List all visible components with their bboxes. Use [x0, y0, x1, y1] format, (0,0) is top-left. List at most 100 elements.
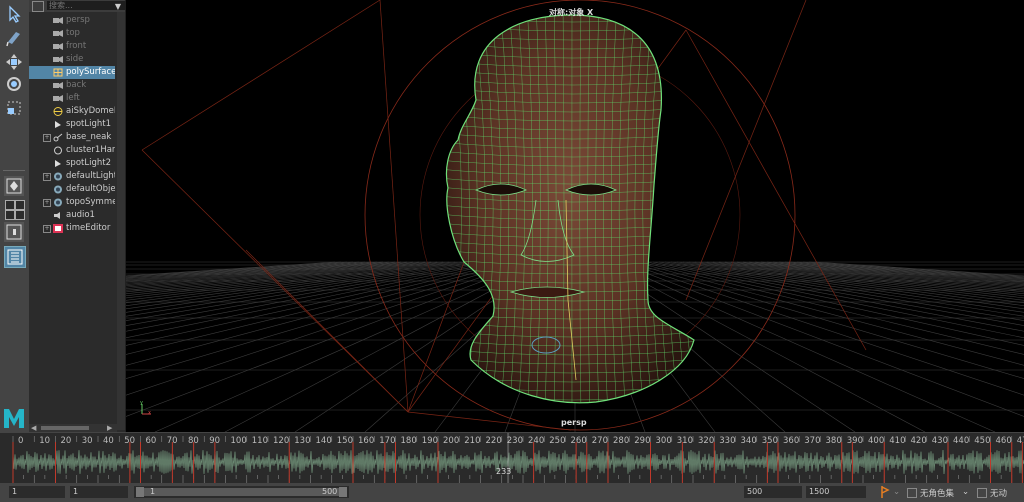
outliner-item[interactable]: +topoSymmet — [29, 196, 115, 209]
viewport-panel-label: persp — [561, 418, 587, 427]
expand-icon[interactable]: + — [43, 173, 51, 181]
grid-line — [767, 262, 1024, 432]
scroll-left-icon[interactable]: ◀ — [31, 424, 36, 432]
camera-icon — [53, 16, 63, 25]
expand-icon[interactable]: + — [43, 199, 51, 207]
layout-persp-outliner-icon[interactable] — [4, 222, 24, 242]
outliner-item[interactable]: persp — [29, 14, 115, 27]
tick-label: 170 — [379, 436, 395, 446]
outliner-horizontal-scrollbar[interactable]: ◀ ▶ — [29, 424, 117, 432]
time-slider[interactable]: 0102030405060708090100110120130140150160… — [0, 433, 1024, 483]
expand-icon[interactable]: + — [43, 225, 51, 233]
range-slider-bar: 1 1 1 500 500 1500 ⌄ 无角色集 ⌄ 无动 — [0, 484, 1024, 500]
range-end-handle[interactable] — [339, 487, 347, 497]
outliner-item[interactable]: +base_neak — [29, 131, 115, 144]
outliner-item[interactable]: aiSkyDomeLi — [29, 105, 115, 118]
outliner-item[interactable]: defaultObjec — [29, 183, 115, 196]
animation-start-field[interactable]: 1 — [9, 486, 65, 498]
layout-top-icon[interactable] — [5, 210, 15, 220]
tick-label: 60 — [146, 436, 157, 446]
spot-light-icon — [53, 120, 63, 129]
outliner-item[interactable]: front — [29, 40, 115, 53]
character-set-icon[interactable] — [907, 488, 917, 498]
lasso-tool-icon[interactable] — [4, 28, 24, 48]
grid-line — [126, 262, 449, 432]
animation-end-field[interactable]: 1500 — [806, 486, 866, 498]
grid-line — [761, 262, 1024, 432]
outliner-item[interactable]: audio1 — [29, 209, 115, 222]
tick-label: 100 — [231, 436, 247, 446]
outliner-item-label: back — [66, 80, 86, 90]
tick-label: 350 — [762, 436, 778, 446]
character-set-dropdown[interactable]: 无角色集 — [920, 487, 954, 499]
range-slider-fill[interactable] — [144, 488, 339, 496]
audio-waveform — [13, 450, 1024, 474]
rotate-tool-icon[interactable] — [4, 74, 24, 94]
outliner-item[interactable]: spotLight2 — [29, 157, 115, 170]
layout-bottom-icon[interactable] — [15, 210, 25, 220]
anim-layer-icon[interactable] — [977, 488, 987, 498]
auto-key-icon[interactable] — [879, 485, 891, 502]
outliner-item[interactable]: spotLight1 — [29, 118, 115, 131]
tick-label: 390 — [847, 436, 863, 446]
outliner-list: persp topfrontsidepolySurface1 back leftaiS… — [29, 14, 115, 235]
outliner-item-label: cluster1Hand — [66, 145, 115, 155]
outliner-item[interactable]: back — [29, 79, 115, 92]
outliner-item-label: persp — [66, 15, 90, 25]
outliner-vertical-scrollbar[interactable] — [117, 12, 125, 430]
outliner-item-label: timeEditor — [66, 223, 110, 233]
range-start-handle[interactable] — [136, 487, 144, 497]
set-icon — [53, 185, 63, 194]
grid-line — [665, 262, 1024, 432]
outliner-item[interactable]: left — [29, 92, 115, 105]
character-set-chevron-icon[interactable]: ⌄ — [962, 487, 969, 497]
single-view-icon[interactable] — [4, 176, 24, 196]
range-slider[interactable]: 1 500 — [134, 486, 349, 498]
scroll-right-icon[interactable]: ▶ — [107, 424, 112, 432]
scale-tool-icon[interactable] — [4, 98, 24, 118]
outliner-panel: ▼ persptopfrontsidepolySurface1backlefta… — [29, 0, 126, 432]
expand-icon[interactable]: + — [43, 134, 51, 142]
tick-label: 360 — [783, 436, 799, 446]
persp-viewport[interactable]: 对称:对象 X persp xy — [126, 0, 1024, 432]
tick-label: 40 — [103, 436, 114, 446]
outliner-item-label: aiSkyDomeLi — [66, 106, 115, 116]
spot-light-icon — [53, 159, 63, 168]
joint-icon — [53, 133, 63, 142]
move-tool-icon[interactable] — [4, 52, 24, 72]
tick-label: 130 — [294, 436, 310, 446]
time-editor-icon — [53, 224, 63, 233]
tool-box — [0, 0, 30, 432]
playback-end-field[interactable]: 500 — [744, 486, 802, 498]
outliner-item[interactable]: polySurface1 — [29, 66, 115, 79]
tick-label: 80 — [188, 436, 199, 446]
playback-start-field[interactable]: 1 — [70, 486, 128, 498]
toolbox-divider — [3, 170, 25, 171]
tick-label: 320 — [698, 436, 714, 446]
outliner-item[interactable]: + timeEditor — [29, 222, 115, 235]
grid-line — [683, 262, 1024, 432]
outliner-item[interactable]: top — [29, 27, 115, 40]
outliner-item[interactable]: +defaultLightS — [29, 170, 115, 183]
camera-icon — [53, 94, 63, 103]
select-tool-icon[interactable] — [4, 4, 24, 24]
grid-line — [126, 262, 467, 432]
grid-line — [677, 262, 1024, 432]
outliner-layout-icon[interactable] — [4, 246, 26, 268]
search-input[interactable] — [47, 1, 137, 10]
layout-side-icon[interactable] — [15, 200, 25, 210]
outliner-item[interactable]: side — [29, 53, 115, 66]
chevron-down-icon[interactable]: ▼ — [115, 2, 121, 11]
light-manipulator-line — [142, 0, 380, 150]
layout-four-icon[interactable] — [5, 200, 15, 210]
camera-icon — [53, 42, 63, 51]
tick-label: 450 — [974, 436, 990, 446]
grid-line — [695, 262, 1024, 432]
svg-text:x: x — [148, 410, 151, 416]
outliner-item-label: polySurface1 — [66, 67, 115, 77]
outliner-item[interactable]: cluster1Hand — [29, 144, 115, 157]
tick-label: 20 — [61, 436, 72, 446]
anim-layer-dropdown[interactable]: 无动 — [990, 487, 1007, 499]
filter-icon[interactable] — [32, 1, 44, 12]
camera-icon — [53, 29, 63, 38]
